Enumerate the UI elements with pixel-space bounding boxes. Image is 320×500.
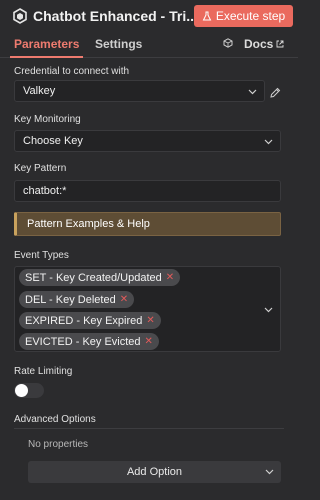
close-icon[interactable]: ✕ xyxy=(146,315,154,326)
add-option-button[interactable]: Add Option xyxy=(28,461,281,483)
chip-label: SET - Key Created/Updated xyxy=(25,271,162,284)
event-chip-expired: EXPIRED - Key Expired ✕ xyxy=(19,312,161,329)
event-types-multiselect[interactable]: SET - Key Created/Updated ✕ DEL - Key De… xyxy=(14,266,281,352)
key-pattern-value: chatbot:* xyxy=(23,185,67,197)
pencil-icon[interactable] xyxy=(269,87,281,99)
advanced-options-label: Advanced Options xyxy=(14,414,96,425)
credential-value: Valkey xyxy=(23,85,56,97)
docs-link[interactable]: Docs xyxy=(244,37,284,51)
flask-icon xyxy=(202,11,212,21)
chevron-down-icon xyxy=(265,469,274,475)
tab-settings[interactable]: Settings xyxy=(95,37,142,51)
no-properties-text: No properties xyxy=(28,439,89,450)
rate-limiting-label: Rate Limiting xyxy=(14,366,73,377)
key-monitoring-select[interactable]: Choose Key xyxy=(14,130,281,152)
chevron-down-icon xyxy=(264,307,273,313)
node-header: Chatbot Enhanced - Tri... Execute step xyxy=(0,0,298,33)
pattern-help-notice[interactable]: Pattern Examples & Help xyxy=(14,212,281,236)
external-link-icon xyxy=(276,40,284,48)
chevron-down-icon xyxy=(264,139,273,145)
docs-label: Docs xyxy=(244,37,274,51)
event-chip-evicted: EVICTED - Key Evicted ✕ xyxy=(19,333,159,350)
chip-label: DEL - Key Deleted xyxy=(25,293,116,306)
chip-label: EVICTED - Key Evicted xyxy=(25,335,141,348)
event-chip-del: DEL - Key Deleted ✕ xyxy=(19,291,135,308)
cube-icon[interactable] xyxy=(223,38,233,48)
add-option-label: Add Option xyxy=(126,466,183,478)
close-icon[interactable]: ✕ xyxy=(120,294,128,305)
credential-label: Credential to connect with xyxy=(14,66,130,77)
node-title[interactable]: Chatbot Enhanced - Tri... xyxy=(33,8,208,24)
event-chip-set: SET - Key Created/Updated ✕ xyxy=(19,269,181,286)
event-types-label: Event Types xyxy=(14,250,69,261)
rate-limiting-toggle[interactable] xyxy=(14,383,44,398)
chip-label: EXPIRED - Key Expired xyxy=(25,314,143,327)
key-pattern-label: Key Pattern xyxy=(14,163,67,174)
close-icon[interactable]: ✕ xyxy=(145,336,153,347)
tab-parameters[interactable]: Parameters xyxy=(9,37,84,58)
close-icon[interactable]: ✕ xyxy=(166,272,174,283)
key-pattern-input[interactable]: chatbot:* xyxy=(14,180,281,202)
execute-step-label: Execute step xyxy=(215,9,286,23)
toggle-knob xyxy=(15,384,28,397)
key-monitoring-label: Key Monitoring xyxy=(14,114,81,125)
divider xyxy=(14,428,284,429)
credential-select[interactable]: Valkey xyxy=(14,80,265,102)
node-icon xyxy=(13,8,27,24)
key-monitoring-value: Choose Key xyxy=(23,135,83,147)
chevron-down-icon xyxy=(248,89,257,95)
pattern-help-text: Pattern Examples & Help xyxy=(27,218,150,230)
execute-step-button[interactable]: Execute step xyxy=(194,5,293,27)
